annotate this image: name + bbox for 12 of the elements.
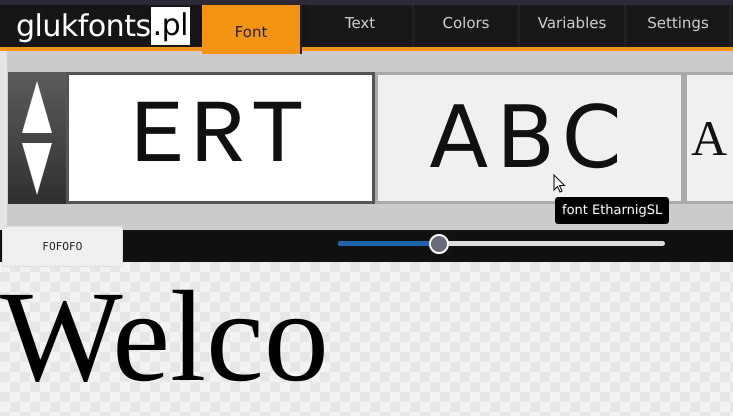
background-color-field[interactable]: F0F0F0 (2, 226, 123, 267)
size-slider[interactable] (338, 234, 665, 254)
mouse-cursor-icon (553, 174, 566, 193)
down-arrow-icon[interactable] (20, 141, 54, 197)
site-logo[interactable]: glukfonts.pl (0, 5, 202, 47)
up-arrow-icon[interactable] (20, 79, 54, 135)
nav-tab[interactable]: Font (202, 5, 302, 54)
tooltip: font EtharnigSL (555, 197, 670, 224)
preview-text: Welco (0, 264, 329, 411)
font-sample-card[interactable]: ERT (66, 72, 375, 204)
font-sample-card[interactable]: ABC (375, 72, 684, 204)
font-sample-card[interactable]: A (684, 72, 733, 204)
